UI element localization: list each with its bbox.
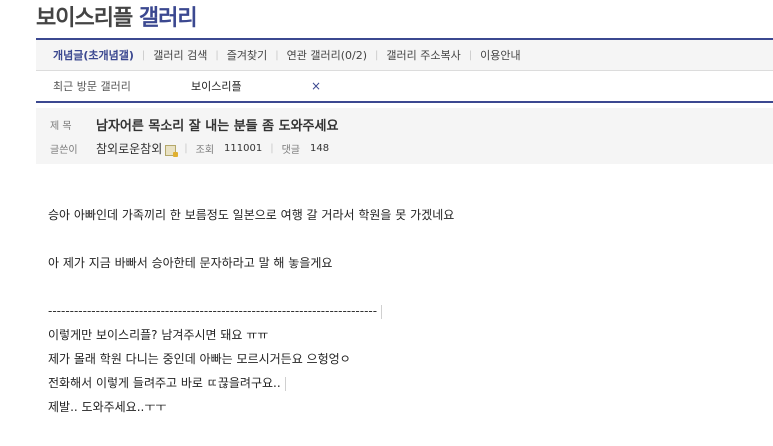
nav-favorites[interactable]: 즐겨찾기 — [219, 47, 275, 63]
post-author[interactable]: 참외로운참외 — [96, 140, 162, 157]
subject-row: 제 목 남자어른 목소리 잘 내는 분들 좀 도와주세요 — [36, 114, 338, 134]
recent-galleries-label: 최근 방문 갤러리 — [53, 80, 131, 93]
close-icon[interactable]: × — [311, 79, 321, 93]
body-line: 승아 아빠인데 가족끼리 한 보름정도 일본으로 여행 갈 거라서 학원을 못 … — [48, 208, 455, 222]
gallery-title[interactable]: 보이스리플 갤러리 — [36, 0, 198, 31]
views-label: 조회 — [195, 144, 215, 156]
nav-guide[interactable]: 이용안내 — [472, 47, 528, 63]
comments-label: 댓글 — [281, 144, 300, 156]
author-label: 글쓴이 — [50, 144, 78, 156]
gallery-nav: 개념글(초개념갤) | 갤러리 검색 | 즐겨찾기 | 연관 갤러리(0/2) … — [36, 40, 773, 71]
body-line: 제발.. 도와주세요..ㅜㅜ — [48, 400, 167, 414]
recent-gallery-link[interactable]: 보이스리플 — [191, 78, 311, 94]
body-line: 전화해서 이렇게 들려주고 바로 ㄸ끊을려구요.. — [48, 372, 286, 395]
body-line: 이렇게만 보이스리플? 남겨주시면 돼요 ㅠㅠ — [48, 328, 269, 342]
post-subject: 남자어른 목소리 잘 내는 분들 좀 도와주세요 — [96, 118, 339, 134]
meta-separator: | — [270, 142, 274, 154]
text-caret — [284, 376, 286, 391]
body-line: 아 제가 지금 바빠서 승아한테 문자하라고 말 해 놓을게요 — [48, 256, 333, 270]
body-line: 제가 몰래 학원 다니는 중인데 아빠는 모르시거든요 으헝엉ㅇ — [48, 352, 351, 366]
member-badge-icon — [165, 144, 179, 157]
meta-row: 글쓴이 참외로운참외 | 조회 111001 | 댓글 148 — [36, 138, 329, 158]
comments-count[interactable]: 148 — [310, 143, 329, 154]
body-divider-line: ----------------------------------------… — [48, 300, 383, 323]
views-count: 111001 — [224, 142, 263, 154]
text-caret — [381, 304, 383, 319]
gallery-suffix: 갤러리 — [138, 6, 198, 31]
gallery-name: 보이스리플 — [36, 6, 133, 31]
nav-gallery-search[interactable]: 갤러리 검색 — [145, 47, 215, 63]
post-header: 제 목 남자어른 목소리 잘 내는 분들 좀 도와주세요 글쓴이 참외로운참외 … — [36, 108, 773, 164]
meta-separator: | — [184, 142, 188, 154]
recent-galleries-bar: 최근 방문 갤러리 보이스리플 × — [36, 71, 773, 103]
nav-related-galleries[interactable]: 연관 갤러리(0/2) — [279, 47, 375, 63]
nav-copy-address[interactable]: 갤러리 주소복사 — [378, 47, 468, 63]
subject-label: 제 목 — [50, 120, 72, 132]
nav-concept-posts[interactable]: 개념글(초개념갤) — [36, 47, 142, 63]
